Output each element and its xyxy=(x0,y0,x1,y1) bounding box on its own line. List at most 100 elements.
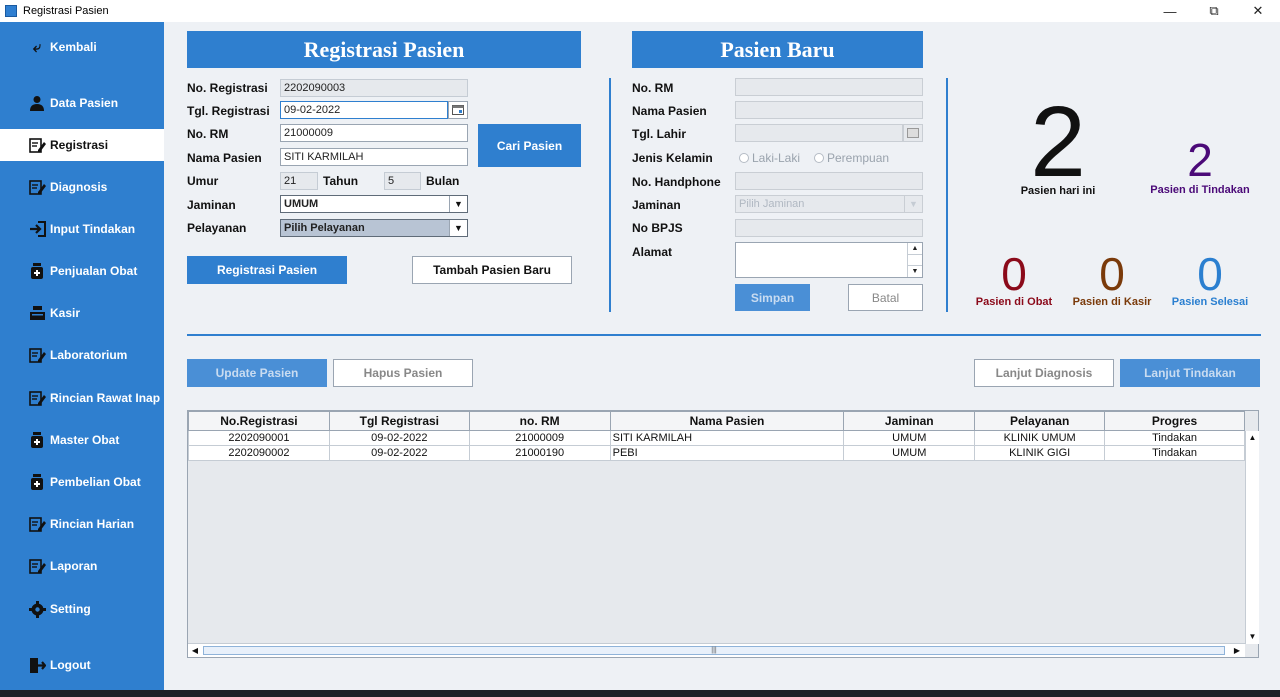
pb-tgl-lahir-field[interactable] xyxy=(735,124,903,142)
medicine-icon xyxy=(28,431,46,449)
pb-bpjs-field[interactable] xyxy=(735,219,923,237)
sidebar-item-data-pasien[interactable]: Data Pasien xyxy=(0,87,164,119)
registrasi-header: Registrasi Pasien xyxy=(187,31,581,68)
perempuan-radio[interactable]: Perempuan xyxy=(814,151,889,165)
table-header: No.Registrasi Tgl Registrasi no. RM Nama… xyxy=(188,411,1245,431)
table-row[interactable]: 2202090002 09-02-2022 21000190 PEBI UMUM… xyxy=(188,445,1245,461)
lanjut-diagnosis-button[interactable]: Lanjut Diagnosis xyxy=(974,359,1114,387)
horizontal-scrollbar[interactable]: ◀ ||| ▶ xyxy=(188,643,1245,657)
sidebar-item-rincian-rawat-inap[interactable]: Rincian Rawat Inap xyxy=(0,382,164,414)
simpan-button[interactable]: Simpan xyxy=(735,284,810,311)
main-content: Registrasi Pasien No. Registrasi 2202090… xyxy=(164,22,1280,690)
sidebar-item-input-tindakan[interactable]: Input Tindakan xyxy=(0,213,164,245)
lanjut-tindakan-button[interactable]: Lanjut Tindakan xyxy=(1120,359,1260,387)
sidebar-item-setting[interactable]: Setting xyxy=(0,593,164,625)
sidebar-item-rincian-harian[interactable]: Rincian Harian xyxy=(0,508,164,540)
calendar-icon[interactable] xyxy=(448,101,468,119)
table-cell: UMUM xyxy=(843,430,976,446)
sidebar: ⤶ Kembali Data Pasien Registrasi Diagnos… xyxy=(0,22,164,697)
table-cell: 09-02-2022 xyxy=(328,445,470,461)
scroll-down-icon[interactable]: ▼ xyxy=(908,266,922,277)
pb-jaminan-value: Pilih Jaminan xyxy=(739,198,805,210)
nama-pasien-field[interactable]: SITI KARMILAH xyxy=(280,148,468,166)
pb-nama-pasien-label: Nama Pasien xyxy=(632,104,707,118)
table-row[interactable]: 2202090001 09-02-2022 21000009 SITI KARM… xyxy=(188,430,1245,446)
column-header[interactable]: no. RM xyxy=(468,411,611,431)
pb-nama-pasien-field[interactable] xyxy=(735,101,923,119)
column-header[interactable]: Nama Pasien xyxy=(609,411,845,431)
hapus-pasien-button[interactable]: Hapus Pasien xyxy=(333,359,473,387)
umur-bulan-field: 5 xyxy=(384,172,421,190)
medicine-icon xyxy=(28,262,46,280)
column-header[interactable]: Pelayanan xyxy=(974,411,1106,431)
sidebar-item-laporan[interactable]: Laporan xyxy=(0,550,164,582)
back-arrow-icon: ⤶ xyxy=(32,38,42,56)
vertical-scrollbar[interactable]: ▲ ▼ xyxy=(1245,431,1259,644)
registrasi-table: No.Registrasi Tgl Registrasi no. RM Nama… xyxy=(187,410,1259,658)
pb-alamat-textarea[interactable]: ▲ ▼ xyxy=(735,242,923,278)
calendar-icon[interactable] xyxy=(903,124,923,142)
pb-no-rm-field[interactable] xyxy=(735,78,923,96)
no-rm-field[interactable]: 21000009 xyxy=(280,124,468,142)
column-header[interactable]: Jaminan xyxy=(843,411,976,431)
sidebar-item-penjualan-obat[interactable]: Penjualan Obat xyxy=(0,255,164,287)
scrollbar[interactable]: ▲ ▼ xyxy=(907,243,922,277)
column-header[interactable]: Tgl Registrasi xyxy=(328,411,470,431)
scroll-thumb[interactable]: ||| xyxy=(203,646,1225,655)
scroll-up-icon[interactable]: ▲ xyxy=(908,243,922,254)
batal-button[interactable]: Batal xyxy=(848,284,923,311)
chevron-down-icon[interactable]: ▼ xyxy=(449,220,467,236)
pelayanan-select[interactable]: Pilih Pelayanan ▼ xyxy=(280,219,468,237)
sidebar-item-label: Laporan xyxy=(50,559,98,573)
jaminan-select[interactable]: UMUM ▼ xyxy=(280,195,468,213)
divider xyxy=(946,78,948,312)
nama-pasien-label: Nama Pasien xyxy=(187,151,262,165)
scroll-up-icon[interactable]: ▲ xyxy=(1246,431,1259,445)
cari-pasien-button[interactable]: Cari Pasien xyxy=(478,124,581,167)
pb-handphone-field[interactable] xyxy=(735,172,923,190)
scroll-down-icon[interactable]: ▼ xyxy=(1246,630,1259,644)
edit-icon xyxy=(28,389,46,407)
cash-register-icon xyxy=(28,304,46,322)
update-pasien-button[interactable]: Update Pasien xyxy=(187,359,327,387)
sidebar-item-kasir[interactable]: Kasir xyxy=(0,297,164,329)
column-header[interactable]: Progres xyxy=(1104,411,1245,431)
chevron-down-icon[interactable]: ▼ xyxy=(449,196,467,212)
registrasi-pasien-button[interactable]: Registrasi Pasien xyxy=(187,256,347,284)
sidebar-item-registrasi[interactable]: Registrasi xyxy=(0,129,164,161)
sidebar-item-label: Kembali xyxy=(50,40,97,54)
pb-jaminan-select[interactable]: Pilih Jaminan ▼ xyxy=(735,195,923,213)
sidebar-item-laboratorium[interactable]: Laboratorium xyxy=(0,339,164,371)
sidebar-item-kembali[interactable]: ⤶ Kembali xyxy=(0,31,164,63)
sidebar-item-pembelian-obat[interactable]: Pembelian Obat xyxy=(0,466,164,498)
umur-tahun-field: 21 xyxy=(280,172,318,190)
sidebar-item-label: Rincian Rawat Inap xyxy=(50,391,161,405)
data-table: No.Registrasi Tgl Registrasi no. RM Nama… xyxy=(188,411,1245,461)
scroll-left-icon[interactable]: ◀ xyxy=(188,644,202,657)
sidebar-item-master-obat[interactable]: Master Obat xyxy=(0,424,164,456)
minimize-icon[interactable]: — xyxy=(1148,0,1192,22)
sidebar-item-diagnosis[interactable]: Diagnosis xyxy=(0,171,164,203)
sidebar-item-logout[interactable]: Logout xyxy=(0,649,164,681)
gear-icon xyxy=(28,600,46,618)
scroll-thumb[interactable] xyxy=(908,254,922,266)
table-cell: UMUM xyxy=(843,445,976,461)
tgl-registrasi-field[interactable]: 09-02-2022 xyxy=(280,101,448,119)
laki-laki-label: Laki-Laki xyxy=(752,151,801,165)
sidebar-item-label: Master Obat xyxy=(50,433,120,447)
pb-jaminan-label: Jaminan xyxy=(632,198,681,212)
tambah-pasien-baru-button[interactable]: Tambah Pasien Baru xyxy=(412,256,572,284)
column-header[interactable]: No.Registrasi xyxy=(188,411,330,431)
pelayanan-label: Pelayanan xyxy=(187,221,247,235)
edit-icon xyxy=(28,515,46,533)
laki-laki-radio[interactable]: Laki-Laki xyxy=(739,151,800,165)
radio-icon xyxy=(814,153,824,163)
stat-kasir-label: Pasien di Kasir xyxy=(1072,296,1152,308)
pb-handphone-label: No. Handphone xyxy=(632,175,721,189)
chevron-down-icon[interactable]: ▼ xyxy=(904,196,922,212)
scroll-right-icon[interactable]: ▶ xyxy=(1230,644,1244,657)
pb-jenis-kelamin-label: Jenis Kelamin xyxy=(632,151,713,165)
sidebar-item-label: Diagnosis xyxy=(50,180,108,194)
close-icon[interactable]: ✕ xyxy=(1236,0,1280,22)
restore-icon[interactable]: ⧉ xyxy=(1192,0,1236,22)
